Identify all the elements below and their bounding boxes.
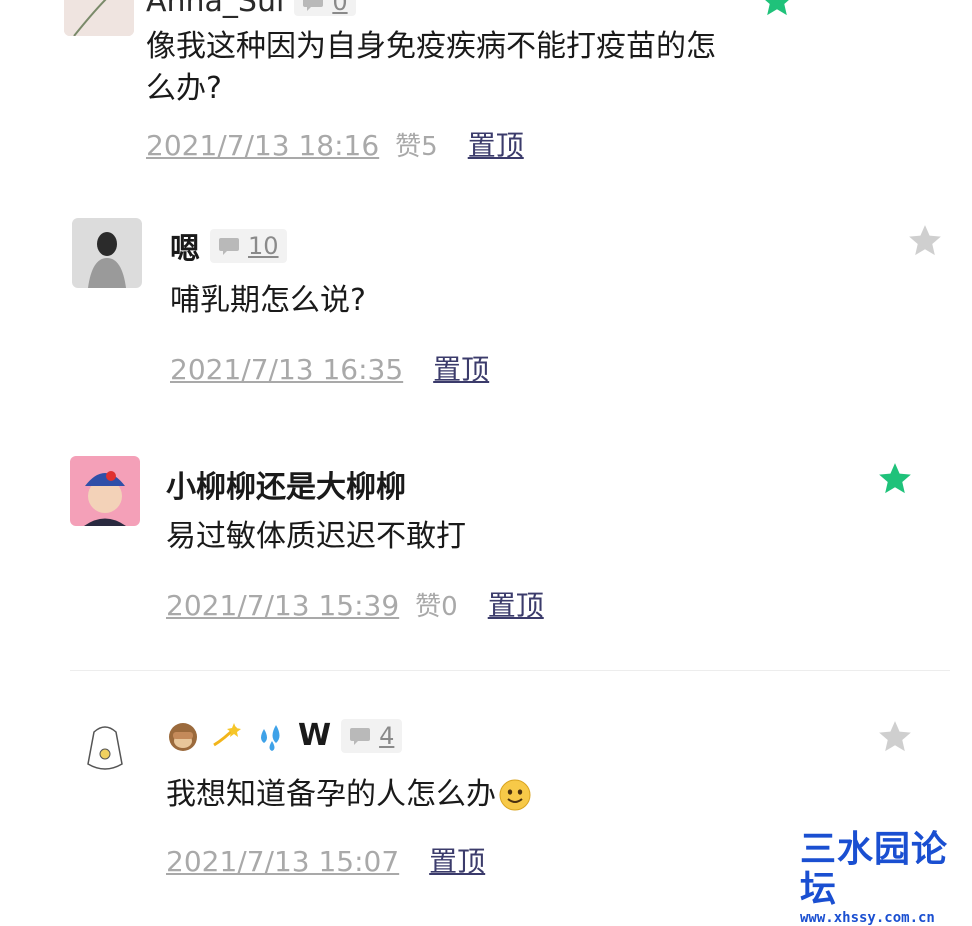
watermark-title: 三水园论坛 [800,829,949,910]
username-text: Anna_Sui [146,0,285,19]
comment-username[interactable]: 小柳柳还是大柳柳 [166,462,406,506]
pin-button[interactable]: 置顶 [429,840,485,880]
avatar[interactable] [64,0,134,36]
sketch-avatar-icon [70,712,140,782]
pin-button[interactable]: 置顶 [488,584,544,624]
comment-text-line: 么办? [146,71,222,106]
pin-button[interactable]: 置顶 [468,124,524,164]
comment-username[interactable]: Anna_Sui 0 [146,0,356,19]
smiling-face-icon [499,779,531,811]
star-icon[interactable] [876,460,914,498]
reply-count-badge[interactable]: 4 [341,718,403,753]
comment-username[interactable]: W 4 [166,718,403,753]
username-text: 嗯 [170,232,200,267]
child-avatar-icon [70,456,140,526]
comment-text: 像我这种因为自身免疫疾病不能打疫苗的怎 么办? [146,26,746,110]
comment-time[interactable]: 2021/7/13 16:35 [170,353,403,386]
avatar[interactable] [70,712,140,782]
avatar[interactable] [70,456,140,526]
comment-time[interactable]: 2021/7/13 15:39 [166,589,399,622]
comment-bubble-icon [219,238,239,255]
star-icon[interactable] [758,0,796,20]
person-avatar-icon [72,218,142,288]
reply-count: 4 [379,721,395,750]
reply-count-badge[interactable]: 10 [210,229,287,263]
comment-text: 我想知道备孕的人怎么办 [166,774,532,816]
sweat-droplets-icon [261,724,280,751]
comment-text-body: 我想知道备孕的人怎么办 [166,777,496,812]
watermark-url: www.xhssy.com.cn [800,910,935,926]
reply-count: 0 [332,0,348,16]
comment-time[interactable]: 2021/7/13 18:16 [146,129,379,162]
watermark-logo: 三水园论坛 www.xhssy.com.cn [800,830,970,926]
comment-meta: 2021/7/13 16:35 置顶 [170,348,489,388]
like-count[interactable]: 赞0 [415,586,458,623]
like-count[interactable]: 赞5 [395,126,438,163]
comment-meta: 2021/7/13 15:07 置顶 [166,840,485,880]
username-text: W [298,718,332,753]
comment-username[interactable]: 嗯 10 [170,224,287,268]
comment-time[interactable]: 2021/7/13 15:07 [166,845,399,878]
star-icon[interactable] [906,222,944,260]
username-text: 小柳柳还是大柳柳 [166,470,406,505]
comment-text-line: 像我这种因为自身免疫疾病不能打疫苗的怎 [146,29,716,64]
comment-bubble-icon [303,0,324,11]
divider [70,670,950,671]
comment-bubble-icon [350,727,371,745]
dizzy-icon [213,722,241,746]
comment-text: 哺乳期怎么说? [170,283,366,318]
avatar[interactable] [72,218,142,288]
reply-count: 10 [248,232,279,260]
pin-button[interactable]: 置顶 [433,348,489,388]
comment-meta: 2021/7/13 15:39 赞0 置顶 [166,584,544,624]
see-no-evil-monkey-icon [169,722,197,751]
star-icon[interactable] [876,718,914,756]
comment-meta: 2021/7/13 18:16 赞5 置顶 [146,124,524,164]
reply-count-badge[interactable]: 0 [294,0,356,16]
comment-text: 易过敏体质迟迟不敢打 [166,519,466,554]
flower-avatar-icon [64,0,134,36]
